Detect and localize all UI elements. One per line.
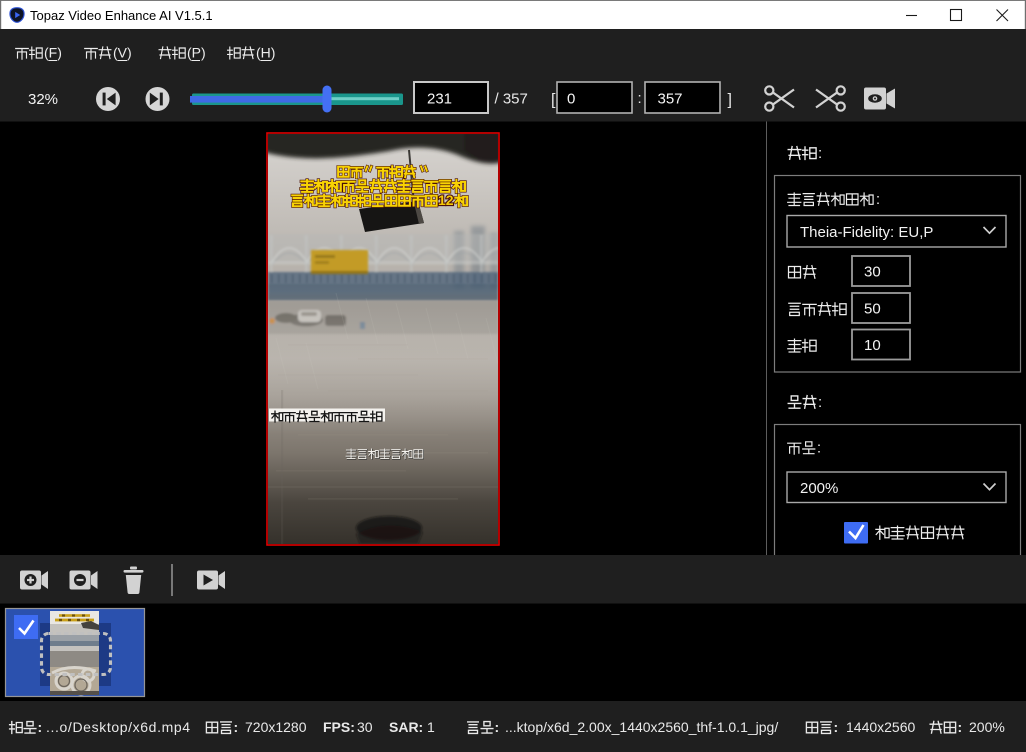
svg-text:(V): (V) xyxy=(113,45,132,61)
svg-text:[: [ xyxy=(551,92,556,109)
svg-text:Theia-Fidelity: EU,P: Theia-Fidelity: EU,P xyxy=(800,224,933,241)
svg-text:FPS:: FPS: xyxy=(323,719,355,735)
svg-text::: : xyxy=(958,719,963,735)
svg-text:720x1280: 720x1280 xyxy=(245,719,307,735)
svg-text:200%: 200% xyxy=(969,719,1005,735)
svg-text:30: 30 xyxy=(357,719,373,735)
svg-text::: : xyxy=(234,719,239,735)
svg-text:(H): (H) xyxy=(256,45,275,61)
svg-text:(P): (P) xyxy=(187,45,206,61)
svg-text:30: 30 xyxy=(864,264,881,281)
svg-text::: : xyxy=(818,394,822,411)
svg-text::: : xyxy=(638,90,642,107)
svg-text:...ktop/x6d_2.00x_1440x2560_th: ...ktop/x6d_2.00x_1440x2560_thf-1.0.1_jp… xyxy=(505,719,778,735)
svg-text:0: 0 xyxy=(567,91,575,108)
svg-text:231: 231 xyxy=(427,91,452,108)
svg-text::: : xyxy=(817,441,821,457)
svg-text::: : xyxy=(818,145,822,162)
svg-text:357: 357 xyxy=(658,91,683,108)
svg-text::: : xyxy=(495,719,500,735)
svg-text:32%: 32% xyxy=(28,91,58,108)
svg-text:12: 12 xyxy=(438,192,454,208)
svg-text:/ 357: / 357 xyxy=(495,91,528,108)
svg-text:10: 10 xyxy=(864,337,881,354)
svg-text:]: ] xyxy=(728,92,732,109)
svg-text::: : xyxy=(834,719,839,735)
svg-text:Topaz Video Enhance AI V1.5.1: Topaz Video Enhance AI V1.5.1 xyxy=(30,8,213,23)
svg-text:(F): (F) xyxy=(44,45,62,61)
svg-text:SAR:: SAR: xyxy=(389,719,423,735)
svg-text:1: 1 xyxy=(427,719,435,735)
svg-text:...o/Desktop/x6d.mp4: ...o/Desktop/x6d.mp4 xyxy=(46,719,191,735)
svg-text:200%: 200% xyxy=(800,480,838,497)
svg-text::: : xyxy=(876,192,880,208)
svg-text::: : xyxy=(38,719,43,735)
svg-text:50: 50 xyxy=(864,301,881,318)
svg-text:1440x2560: 1440x2560 xyxy=(846,719,916,735)
